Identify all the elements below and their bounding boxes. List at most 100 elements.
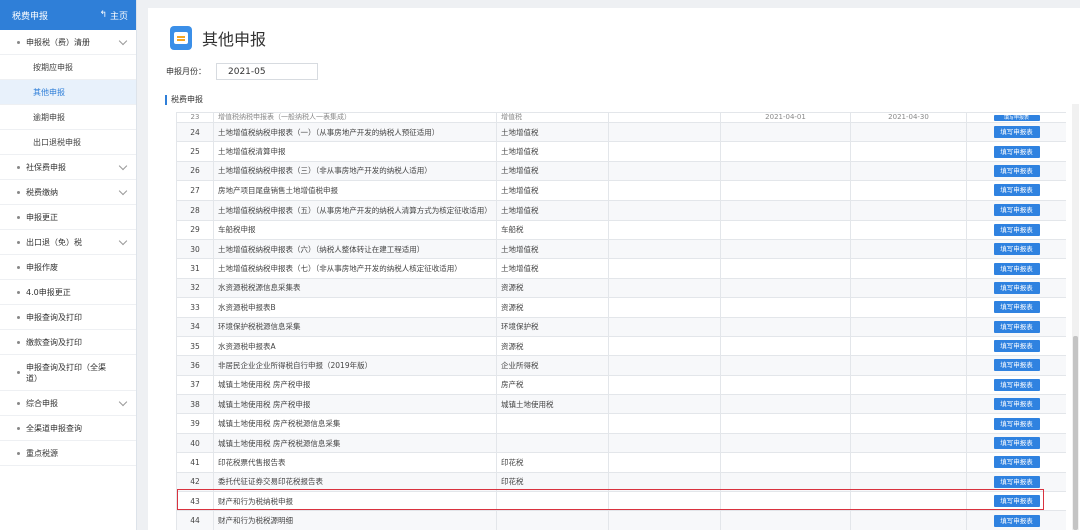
tax-type: 环境保护税 [496,316,609,337]
sidebar-item[interactable]: 社保费申报 [0,155,136,180]
period-end: 2021-04-30 [850,112,967,123]
action-cell: 填写申报表 [966,112,1066,123]
fill-form-button[interactable]: 填写申报表 [993,456,1040,469]
form-name: 财产和行为税税源明细 [213,510,497,530]
fill-form-button[interactable]: 填写申报表 [993,514,1040,527]
action-cell: 填写申报表 [966,297,1066,318]
sidebar-item[interactable]: 申报作废 [0,255,136,280]
main-panel: 其他申报 申报月份： 税费申报 23增值税纳税申报表（一般纳税人一表集成）增值税… [148,8,1080,530]
form-name: 土地增值税纳税申报表（六）（纳税人整体转让在建工程适用） [213,238,497,260]
empty-cell [720,316,851,337]
sidebar-subitem[interactable]: 出口退税申报 [0,130,136,155]
form-name: 委托代征证券交易印花税报告表 [213,471,497,493]
bullet-icon [17,40,20,44]
form-name: 水资源税申报表A [213,335,497,357]
fill-form-button[interactable]: 填写申报表 [993,359,1040,372]
sidebar-item[interactable]: 重点税源 [0,441,136,466]
fill-form-button[interactable]: 填写申报表 [993,301,1040,314]
table-row: 44 财产和行为税税源明细 填写申报表 [176,510,1066,530]
fill-form-button[interactable]: 填写申报表 [993,126,1040,139]
sidebar-subitem[interactable]: 其他申报 [0,80,136,105]
month-input[interactable] [216,63,318,80]
action-cell: 填写申报表 [966,258,1066,279]
sidebar-item-label: 申报税（费）清册 [26,37,90,47]
home-back-icon: ↰ [99,10,107,20]
fill-form-button[interactable]: 填写申报表 [993,115,1040,121]
empty-cell [608,199,721,221]
action-cell: 填写申报表 [966,510,1066,530]
sidebar-item[interactable]: 申报更正 [0,205,136,230]
fill-form-button[interactable]: 填写申报表 [993,378,1040,391]
fill-form-button[interactable]: 填写申报表 [993,417,1040,430]
chevron-down-icon [118,36,128,45]
form-name: 增值税纳税申报表（一般纳税人一表集成） [213,112,497,123]
empty-cell [608,238,721,260]
empty-cell [608,355,721,376]
sidebar-item[interactable]: 申报查询及打印（全渠道） [0,355,136,391]
table-row: 37 城镇土地使用税 房产税申报 房产税 填写申报表 [176,374,1066,396]
fill-form-button[interactable]: 填写申报表 [993,184,1040,197]
sidebar-subitem[interactable]: 按期应申报 [0,55,136,80]
table-row: 24 土地增值税纳税申报表（一）（从事房地产开发的纳税人预征适用） 土地增值税 填写申… [176,121,1066,143]
fill-form-button[interactable]: 填写申报表 [993,340,1040,353]
table-row: 40 城镇土地使用税 房产税税源信息采集 填写申报表 [176,432,1066,454]
fill-form-button[interactable]: 填写申报表 [993,320,1040,333]
form-name: 土地增值税纳税申报表（一）（从事房地产开发的纳税人预征适用） [213,121,497,143]
sidebar-item[interactable]: 4.0申报更正 [0,280,136,305]
tax-type: 车船税 [496,219,609,240]
form-name: 土地增值税清算申报 [213,141,497,162]
sidebar-item[interactable]: 申报税（费）清册 [0,30,136,55]
row-number: 27 [176,180,214,201]
sidebar-item[interactable]: 缴款查询及打印 [0,330,136,355]
chevron-down-icon [118,397,128,406]
empty-cell [720,491,851,512]
empty-cell [850,219,967,240]
empty-cell [850,160,967,182]
chevron-down-icon [118,186,128,195]
sidebar-header: 税费申报 ↰ 主页 [0,0,136,30]
table-row: 36 非居民企业企业所得税自行申报（2019年版） 企业所得税 填写申报表 [176,355,1066,376]
page-title: 其他申报 [202,30,267,49]
sidebar: 税费申报 ↰ 主页 申报税（费）清册按期应申报 其他申报 逾期申报 出口退税申报 社保费… [0,0,137,530]
home-link[interactable]: ↰ 主页 [99,9,128,22]
sidebar-subitem[interactable]: 逾期申报 [0,105,136,130]
sidebar-item-label: 出口退（免）税 [26,237,82,247]
sidebar-item[interactable]: 出口退（免）税 [0,230,136,255]
tax-type: 资源税 [496,335,609,357]
row-number: 30 [176,238,214,260]
table-row: 38 城镇土地使用税 房产税申报 城镇土地使用税 填写申报表 [176,394,1066,415]
tax-type: 资源税 [496,277,609,299]
table-row: 41 印花税票代售报告表 印花税 填写申报表 [176,452,1066,473]
action-cell: 填写申报表 [966,121,1066,143]
tax-type: 企业所得税 [496,355,609,376]
fill-form-button[interactable]: 填写申报表 [993,281,1040,294]
fill-form-button[interactable]: 填写申报表 [993,262,1040,275]
fill-form-button[interactable]: 填写申报表 [993,475,1040,488]
fill-form-button[interactable]: 填写申报表 [993,223,1040,236]
declaration-table-wrap[interactable]: 23 增值税纳税申报表（一般纳税人一表集成） 增值税 2021-04-01 2021-0… [176,112,1066,530]
fill-form-button[interactable]: 填写申报表 [993,204,1040,217]
table-row: 23 增值税纳税申报表（一般纳税人一表集成） 增值税 2021-04-01 2021-0… [176,112,1066,123]
fill-form-button[interactable]: 填写申报表 [993,164,1040,177]
fill-form-button[interactable]: 填写申报表 [993,398,1040,411]
fill-form-button[interactable]: 填写申报表 [993,437,1040,450]
table-scrollbar[interactable] [1072,104,1079,530]
sidebar-item[interactable]: 申报查询及打印 [0,305,136,330]
fill-form-button[interactable]: 填写申报表 [993,243,1040,256]
empty-cell [850,355,967,376]
tax-type [496,491,609,512]
action-cell: 填写申报表 [966,141,1066,162]
empty-cell [850,121,967,143]
fill-form-button[interactable]: 填写申报表 [993,145,1040,158]
scrollbar-thumb[interactable] [1073,336,1078,530]
sidebar-item[interactable]: 全渠道申报查询 [0,416,136,441]
empty-cell [608,160,721,182]
bullet-icon [17,371,20,374]
sidebar-item[interactable]: 综合申报 [0,391,136,416]
fill-form-button[interactable]: 填写申报表 [993,495,1040,508]
empty-cell [720,180,851,201]
form-name: 城镇土地使用税 房产税申报 [213,374,497,396]
empty-cell [850,374,967,396]
sidebar-item[interactable]: 税费缴纳 [0,180,136,205]
empty-cell [850,277,967,299]
